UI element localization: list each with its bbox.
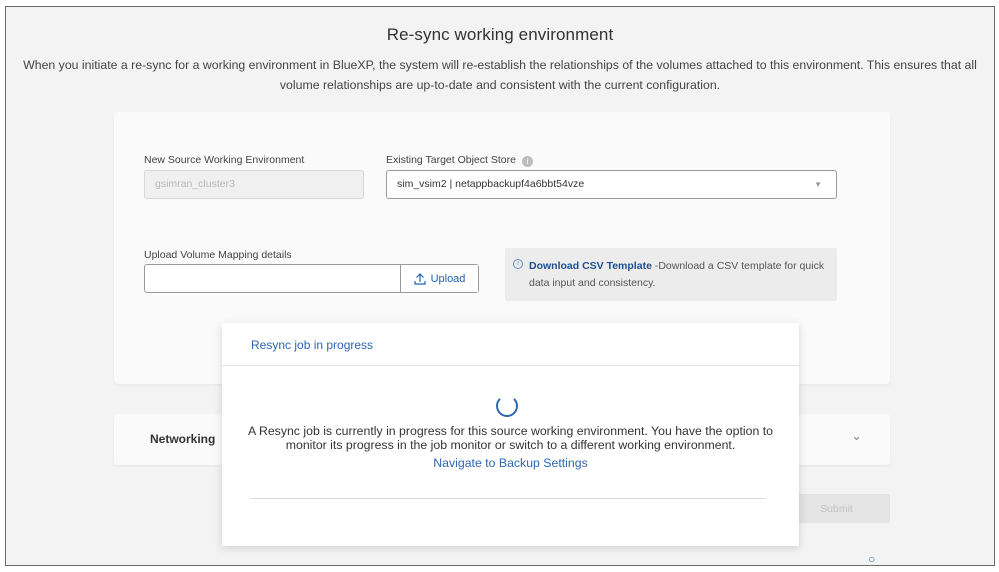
resync-page: Re-sync working environment When you ini…	[5, 6, 995, 566]
networking-title: Networking	[150, 432, 216, 446]
upload-label: Upload Volume Mapping details	[144, 249, 292, 261]
loading-spinner-icon	[496, 395, 518, 417]
source-label: New Source Working Environment	[144, 154, 305, 166]
chevron-down-icon: ▼	[814, 180, 822, 189]
resync-progress-modal: Resync job in progress A Resync job is c…	[222, 323, 799, 546]
upload-group: Upload	[144, 264, 479, 293]
search-icon[interactable]: ○	[868, 552, 875, 565]
target-object-store-select[interactable]: sim_vsim2 | netappbackupf4a6bbt54vze ▼	[386, 170, 837, 199]
target-object-store-value: sim_vsim2 | netappbackupf4a6bbt54vze	[397, 178, 585, 190]
page-title: Re-sync working environment	[386, 25, 614, 44]
modal-header: Resync job in progress	[222, 323, 799, 366]
upload-button-label: Upload	[430, 272, 466, 285]
download-csv-template-link[interactable]: Download CSV Template	[529, 260, 652, 272]
csv-template-notice: i Download CSV Template -Download a CSV …	[505, 248, 837, 301]
source-environment-field: gsimran_cluster3	[144, 170, 364, 199]
target-label: Existing Target Object Store i	[386, 154, 533, 167]
info-icon: i	[513, 259, 523, 269]
chevron-down-icon[interactable]: ⌄	[851, 428, 862, 444]
target-label-text: Existing Target Object Store	[386, 154, 516, 166]
modal-title: Resync job in progress	[251, 338, 374, 352]
upload-icon	[413, 272, 426, 285]
submit-button[interactable]: Submit	[783, 494, 890, 523]
modal-divider	[251, 498, 765, 499]
upload-button[interactable]: Upload	[400, 265, 478, 292]
info-icon[interactable]: i	[521, 156, 533, 167]
navigate-backup-settings-link[interactable]: Navigate to Backup Settings	[222, 456, 799, 470]
page-description: When you initiate a re-sync for a workin…	[23, 58, 977, 92]
modal-message: A Resync job is currently in progress fo…	[248, 424, 773, 452]
